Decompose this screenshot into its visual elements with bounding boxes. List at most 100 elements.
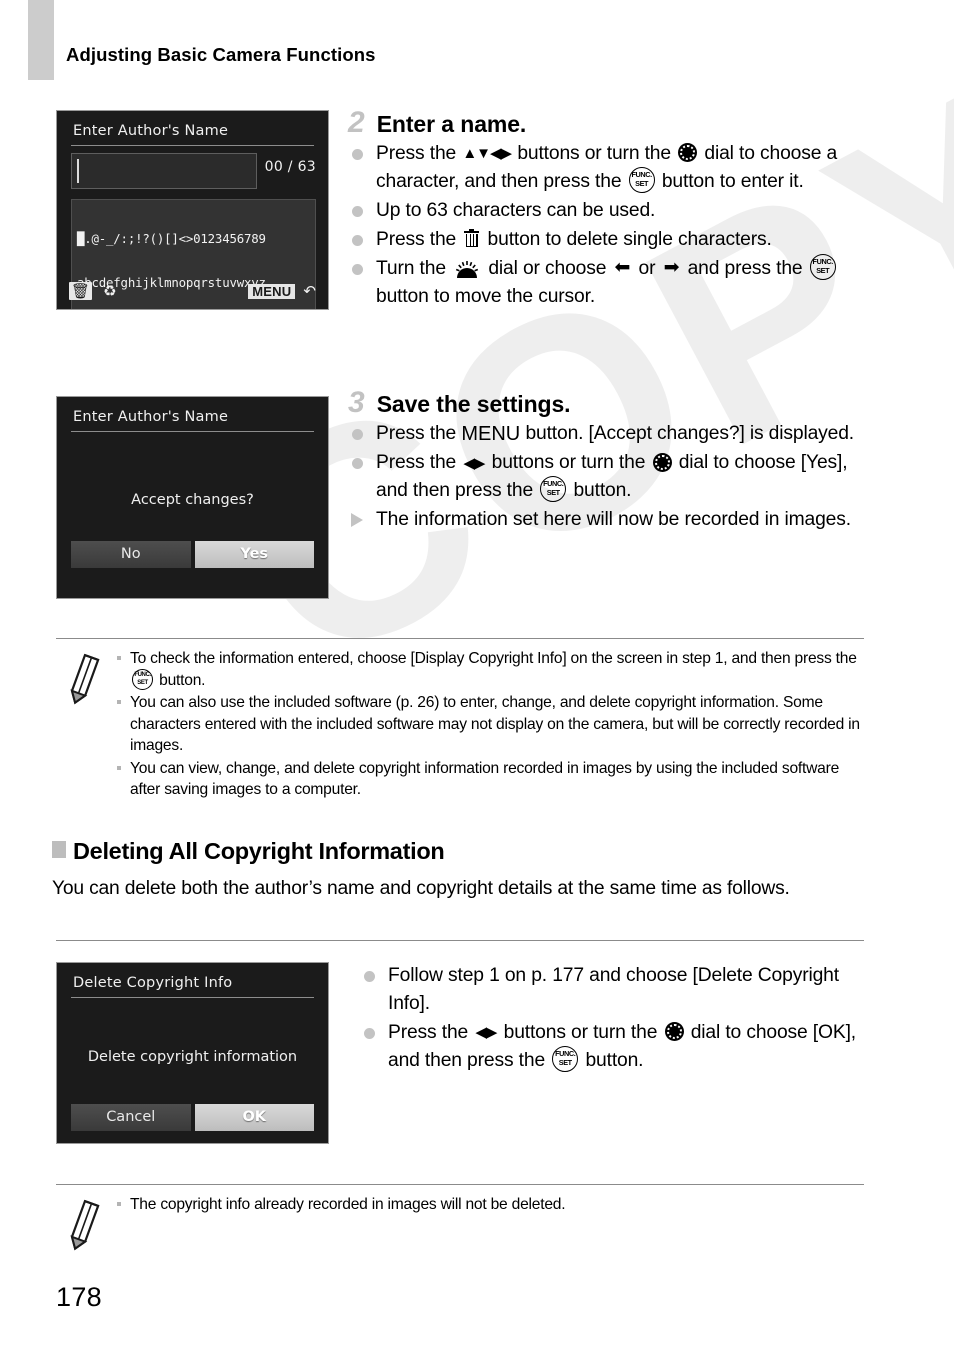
dialog-message: Accept changes?: [131, 492, 254, 508]
step-3-bullets: Press the MENU button. [Accept changes?]…: [348, 420, 878, 534]
bullet-dot-icon: [352, 429, 363, 440]
delete-steps-block: Follow step 1 on p. 177 and choose [Dele…: [360, 962, 880, 1076]
trash-icon[interactable]: 🗑: [69, 282, 93, 300]
instruction-text: button. [Accept changes?] is displayed.: [525, 423, 855, 445]
list-item: Up to 63 characters can be used.: [348, 197, 878, 225]
instruction-text: Press the: [376, 229, 457, 250]
control-dial-icon: [678, 143, 698, 163]
page-number: 178: [56, 1282, 102, 1312]
func-set-button-icon: FUNC. SET: [628, 166, 655, 193]
character-counter: 00 / 63: [264, 159, 316, 175]
bullet-dot-icon: [364, 1028, 375, 1039]
instruction-text: button.: [573, 480, 632, 502]
list-item: Press the MENU button. [Accept changes?]…: [348, 420, 878, 448]
section-heading: Deleting All Copyright Information: [52, 838, 862, 865]
note-text: To check the information entered, choose…: [130, 650, 857, 668]
section-marker-icon: [52, 841, 66, 858]
bullet-dot-icon: [352, 458, 363, 470]
lcd-title: Enter Author's Name: [73, 409, 229, 425]
section-divider: [56, 940, 864, 942]
step-2-heading: 2 Enter a name.: [348, 108, 878, 138]
list-item: Press the button to delete single charac…: [348, 226, 878, 254]
updown-leftright-buttons-icon: ▲▼◀▶: [462, 145, 512, 163]
bullet-dot-icon: [364, 971, 375, 982]
step-3-heading: 3 Save the settings.: [348, 388, 878, 418]
left-arrow-icon: ⬅: [614, 256, 631, 279]
pencil-icon: [56, 1194, 108, 1263]
instruction-text: Turn the: [376, 258, 446, 279]
zoom-dial-icon: [454, 261, 480, 279]
trash-icon: [464, 229, 480, 248]
list-item: Press the ◀▶ buttons or turn the dial to…: [348, 449, 878, 505]
list-item: You can also use the included software (…: [114, 692, 864, 757]
list-item: To check the information entered, choose…: [114, 648, 864, 691]
menu-button-icon: MENU: [461, 423, 521, 445]
list-item: The copyright info already recorded in i…: [114, 1194, 864, 1216]
lcd-title-divider: [71, 431, 314, 432]
charset-row: █.@-_/:;!?()[]<>0123456789: [77, 231, 266, 246]
result-triangle-icon: [351, 513, 363, 528]
list-item: Follow step 1 on p. 177 and choose [Dele…: [360, 962, 880, 1018]
author-name-input[interactable]: [71, 153, 257, 189]
note-divider: [56, 638, 864, 640]
instruction-text: button to move the cursor.: [376, 286, 596, 307]
screenshot-delete-copyright-info: Delete Copyright Info Delete copyright i…: [56, 962, 329, 1144]
step-2-bullets: Press the ▲▼◀▶ buttons or turn the dial …: [348, 140, 878, 311]
leftright-buttons-icon: ◀▶: [463, 454, 485, 472]
note-bullet-icon: [117, 1202, 121, 1207]
step-number: 2: [348, 106, 365, 139]
instruction-text: The information set here will now be rec…: [376, 509, 851, 531]
bullet-dot-icon: [352, 206, 363, 217]
lcd-title: Enter Author's Name: [73, 123, 229, 139]
note-box-2: The copyright info already recorded in i…: [56, 1184, 864, 1263]
lcd-title-divider: [71, 145, 314, 146]
list-item: The information set here will now be rec…: [348, 506, 878, 534]
note-box-1: To check the information entered, choose…: [56, 638, 864, 802]
note-list: To check the information entered, choose…: [114, 648, 864, 802]
step-number: 3: [348, 386, 365, 419]
func-set-button-icon: FUNC. SET: [809, 253, 836, 280]
menu-button-label[interactable]: MENU: [248, 284, 296, 299]
lcd-title: Delete Copyright Info: [73, 975, 233, 991]
note-list: The copyright info already recorded in i…: [114, 1194, 864, 1263]
yes-button[interactable]: Yes: [194, 541, 314, 568]
instruction-text: button to enter it.: [661, 171, 804, 192]
section-heading-text: Deleting All Copyright Information: [73, 838, 445, 864]
dialog-button-row: No Yes: [71, 541, 314, 568]
instruction-text: Press the: [388, 1022, 469, 1043]
lcd-title-divider: [71, 997, 314, 998]
control-dial-icon: [652, 452, 672, 472]
note-bullet-icon: [117, 700, 121, 705]
return-arrow-icon: ↶: [303, 282, 316, 300]
note-text: You can also use the included software (…: [130, 694, 860, 755]
dialog-message: Delete copyright information: [87, 1049, 298, 1065]
func-set-button-icon: FUNC. SET: [132, 669, 153, 691]
cancel-button[interactable]: Cancel: [71, 1104, 191, 1131]
instruction-text: buttons or turn the: [517, 143, 671, 164]
instruction-text: button.: [585, 1050, 644, 1071]
instruction-text: buttons or turn the: [491, 452, 646, 474]
instruction-text: Press the: [376, 423, 457, 445]
note-bullet-icon: [117, 656, 121, 661]
list-item: Press the ◀▶ buttons or turn the dial to…: [360, 1019, 880, 1075]
note-text: button.: [159, 671, 206, 689]
ok-button[interactable]: OK: [194, 1104, 314, 1131]
text-cursor: [77, 159, 79, 183]
list-item: Turn the dial or choose ⬅ or ➡ and press…: [348, 253, 878, 311]
instruction-text: dial or choose: [488, 258, 607, 279]
screenshot-accept-changes: Enter Author's Name Accept changes? No Y…: [56, 396, 329, 599]
func-set-button-icon: FUNC. SET: [552, 1045, 579, 1072]
step-title: Save the settings.: [376, 391, 571, 417]
no-button[interactable]: No: [71, 541, 191, 568]
instruction-text: Up to 63 characters can be used.: [376, 200, 656, 221]
instruction-text: button to delete single characters.: [487, 229, 772, 250]
right-arrow-icon: ➡: [663, 256, 680, 279]
bullet-dot-icon: [352, 264, 363, 275]
trash-all-icon[interactable]: ♻: [103, 282, 116, 300]
step-2-block: 2 Enter a name. Press the ▲▼◀▶ buttons o…: [348, 108, 878, 312]
list-item: You can view, change, and delete copyrig…: [114, 758, 864, 801]
bullet-dot-icon: [352, 235, 363, 246]
control-dial-icon: [664, 1022, 684, 1042]
list-item: Press the ▲▼◀▶ buttons or turn the dial …: [348, 140, 878, 196]
lcd-bottom-bar: 🗑 ♻ MENU ↶: [69, 281, 316, 301]
